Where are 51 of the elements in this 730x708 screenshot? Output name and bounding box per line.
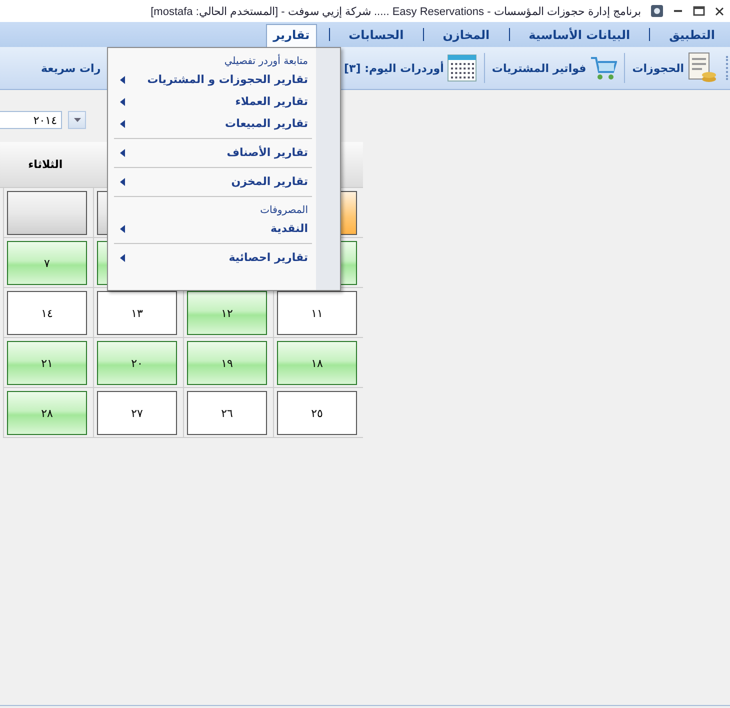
menu-item[interactable]: المخازن — [436, 24, 497, 47]
submenu-arrow-icon — [120, 148, 125, 156]
submenu-arrow-icon — [120, 178, 125, 186]
submenu-arrow-icon — [120, 254, 125, 262]
dropdown-button[interactable] — [68, 111, 86, 129]
day-cell[interactable]: ٢٠ — [97, 341, 177, 385]
document-coins-icon — [687, 52, 717, 84]
menu-item[interactable]: التطبيق — [662, 24, 722, 47]
menu-item[interactable]: تقارير العملاء — [114, 91, 316, 113]
minimize-icon[interactable] — [673, 9, 683, 13]
menu-item[interactable]: تقارير احصائية — [114, 247, 316, 269]
year-field[interactable]: ٢٠١٤ — [0, 111, 62, 129]
day-cell[interactable]: ١٣ — [97, 291, 177, 335]
day-cell[interactable]: ٢٧ — [97, 391, 177, 435]
caret-icon — [74, 118, 80, 122]
menu-heading: المصروفات — [259, 204, 309, 218]
day-cell[interactable]: ٢٨ — [7, 391, 87, 435]
menu-item[interactable]: البيانات الأساسية — [522, 24, 638, 47]
menu-heading: متابعة أوردر تفصيلي — [223, 53, 309, 69]
day-cell[interactable]: ١٢ — [187, 291, 267, 335]
toolbar-button[interactable]: الحجوزات — [631, 50, 718, 86]
app-icon — [651, 5, 663, 17]
menu-item[interactable]: تقارير المخزن — [114, 171, 316, 193]
menu-item[interactable]: النقدية — [114, 218, 316, 240]
close-icon[interactable] — [715, 6, 724, 16]
day-cell[interactable]: ١٩ — [187, 341, 267, 385]
menu-item[interactable]: تقارير — [266, 24, 317, 47]
submenu-arrow-icon — [120, 224, 125, 232]
submenu-arrow-icon — [120, 76, 125, 84]
weekday-header: الثلاثاء — [28, 158, 63, 171]
calendar-icon — [446, 54, 477, 82]
maximize-icon[interactable] — [693, 6, 705, 16]
day-cell[interactable]: ٧ — [7, 241, 87, 285]
day-cell[interactable]: ١١ — [277, 291, 357, 335]
menu-item[interactable]: تقارير الأصناف — [114, 142, 316, 164]
toolbar-button[interactable]: فواتير المشتريات — [490, 52, 618, 84]
menu-item[interactable]: تقارير المبيعات — [114, 113, 316, 135]
menu-item[interactable]: تقارير الحجوزات و المشتريات — [114, 69, 316, 91]
day-cell[interactable]: ٢٦ — [187, 391, 267, 435]
toolbar-button[interactable]: أوردرات اليوم: [٣] — [342, 52, 478, 84]
cart-icon — [589, 54, 618, 82]
day-cell[interactable]: ٢١ — [7, 341, 87, 385]
day-cell[interactable]: ١٨ — [277, 341, 357, 385]
window-title: برنامج إدارة حجوزات المؤسسات - Easy Reservations ..... شركة إزيي سوفت - [المستخدم الحالي: mostafa] — [150, 4, 641, 18]
toolbar-button[interactable]: رات سريعة — [40, 60, 102, 76]
day-cell[interactable] — [7, 191, 87, 235]
submenu-arrow-icon — [120, 120, 125, 128]
menu-item[interactable]: الحسابات — [342, 24, 411, 47]
day-cell[interactable]: ٢٥ — [277, 391, 357, 435]
submenu-arrow-icon — [120, 98, 125, 106]
day-cell[interactable]: ١٤ — [7, 291, 87, 335]
